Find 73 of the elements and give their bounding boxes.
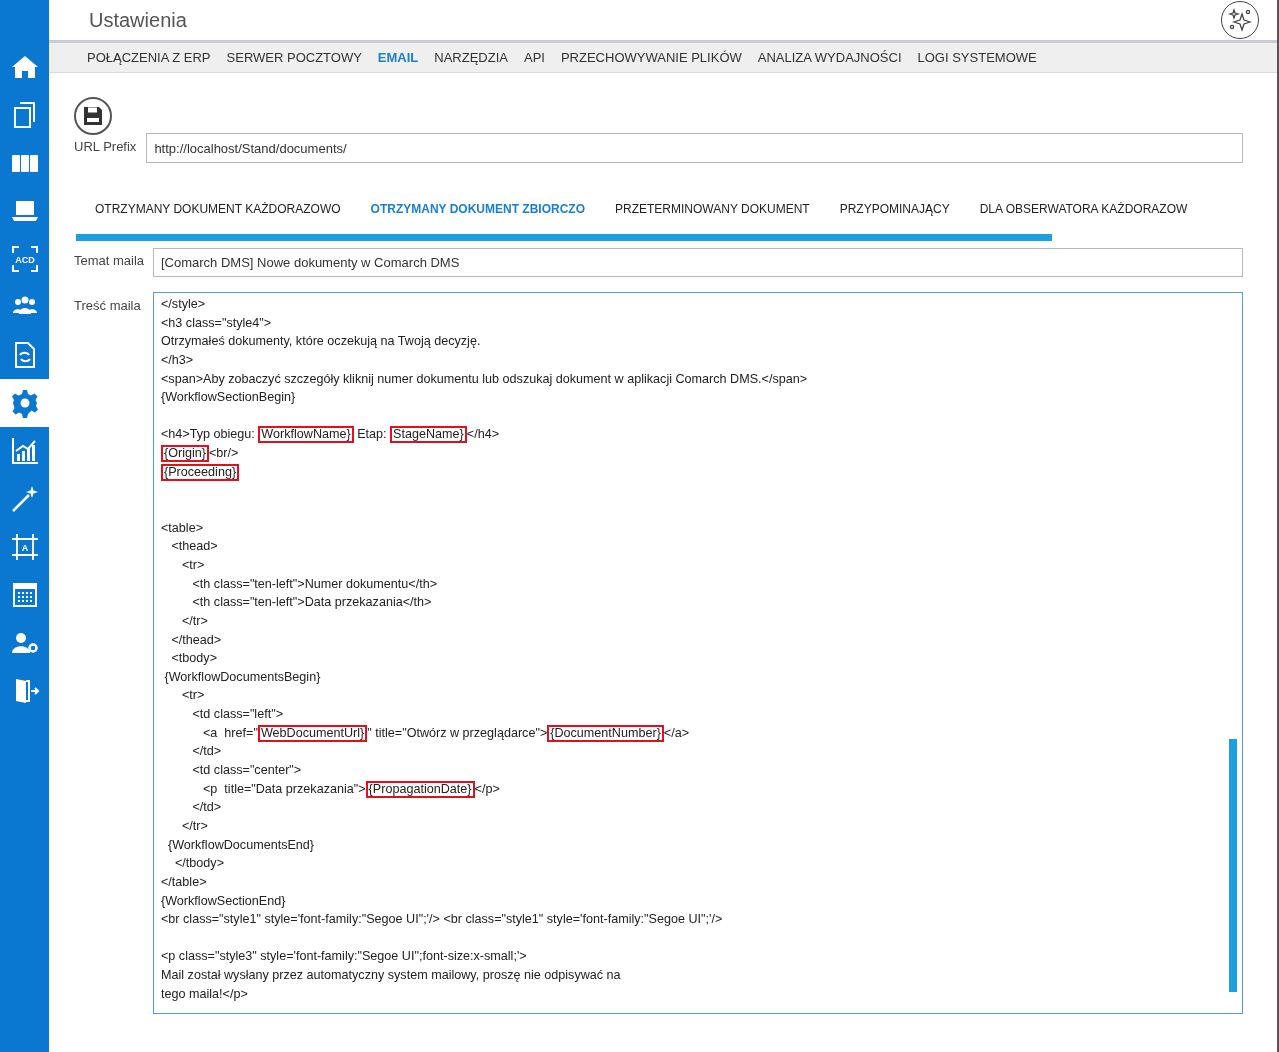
code-line: </style> xyxy=(161,296,207,313)
highlighted-placeholder: {Origin} xyxy=(161,445,209,463)
code-text: <p title="Data przekazania"> xyxy=(202,781,366,796)
code-line: tego maila!</p> xyxy=(161,985,249,1003)
url-prefix-field[interactable]: http://localhost/Stand/documents/ xyxy=(146,133,1243,163)
highlighted-placeholder: StageName} xyxy=(390,426,467,444)
code-line: </tr> xyxy=(181,612,209,630)
code-line: </td> xyxy=(191,743,223,761)
code-line: <tr> xyxy=(181,556,206,574)
save-button[interactable] xyxy=(74,97,112,135)
sidebar-item[interactable]: A xyxy=(0,523,49,571)
code-line: <table> xyxy=(161,519,205,537)
code-text: </p> xyxy=(474,781,500,796)
code-line: Mail został wysłany przez automatyczny system mailowy, proszę nie odpisywać na xyxy=(161,967,622,985)
code-line: </thead> xyxy=(170,631,223,649)
sidebar-item[interactable]: ACD xyxy=(0,235,49,283)
highlighted-placeholder: {PropagationDate} xyxy=(365,780,475,798)
settings-icon xyxy=(9,388,40,418)
email-template-tab[interactable]: OTRZYMANY DOKUMENT KAŻDORAZOWO xyxy=(80,200,356,218)
sidebar-item[interactable] xyxy=(0,379,49,427)
email-template-tab[interactable]: DLA OBSERWATORA KAŻDORAZOW xyxy=(964,200,1203,218)
code-line: </td> xyxy=(191,799,223,817)
subject-field[interactable]: [Comarch DMS] Nowe dokumenty w Comarch DMS xyxy=(153,248,1243,277)
field-label: Treść maila xyxy=(74,297,142,315)
nav-tab[interactable]: EMAIL xyxy=(369,47,427,68)
code-line: </tr> xyxy=(181,817,209,835)
page-title: Ustawienia xyxy=(89,8,187,33)
email-template-tab[interactable]: PRZETERMINOWANY DOKUMENT xyxy=(600,200,825,218)
email-body-editor[interactable] xyxy=(153,292,1243,1014)
code-line: <p class="style3" style='font-family:"Segoe UI";font-size:x-small;'> xyxy=(161,948,528,966)
code-line: </tbody> xyxy=(174,855,225,873)
nav-tab[interactable]: ANALIZA WYDAJNOŚCI xyxy=(749,47,910,68)
code-line: {WorkflowDocumentsEnd} xyxy=(167,836,316,854)
bar-chart-icon xyxy=(9,436,40,466)
code-text: Etap: xyxy=(356,427,388,442)
email-template-tab[interactable]: OTRZYMANY DOKUMENT ZBIORCZO xyxy=(355,200,600,218)
code-text: <br/> xyxy=(209,446,239,461)
field-label: URL Prefix xyxy=(74,138,137,156)
code-line: <th class="ten-left">Numer dokumentu</th> xyxy=(191,575,438,593)
nav-tab[interactable]: SERWER POCZTOWY xyxy=(218,47,370,68)
code-line: <h3 class="style4"> xyxy=(161,314,273,332)
code-line: <tbody> xyxy=(170,650,218,668)
nav-tab[interactable]: API xyxy=(516,47,553,68)
code-line: <tr> xyxy=(181,687,206,705)
code-text: </h4> xyxy=(466,427,500,442)
sparkle-button[interactable] xyxy=(1221,1,1259,39)
code-line: {WorkflowSectionEnd} xyxy=(161,892,287,910)
code-line: Otrzymałeś dokumenty, które oczekują na Twoją decyzję. xyxy=(161,333,482,351)
highlighted-placeholder: WebDocumentUrl} xyxy=(257,724,368,742)
code-text: </a> xyxy=(663,725,690,740)
code-line: <span>Aby zobaczyć szczegóły kliknij numer dokumentu lub odszukaj dokument w aplikacji Comarch DMS.</span> xyxy=(161,370,809,388)
scrollbar-thumb[interactable] xyxy=(1229,739,1237,992)
code-text: <h4>Typ obiegu: xyxy=(161,427,256,442)
code-line: <td class="center"> xyxy=(191,762,303,779)
code-line: <td class="left"> xyxy=(191,706,284,724)
code-line: <thead> xyxy=(170,538,219,556)
nav-tab[interactable]: LOGI SYSTEMOWE xyxy=(909,47,1045,68)
code-line: {WorkflowDocumentsBegin} xyxy=(163,668,322,686)
code-line: <br class="style1" style='font-family:"Segoe UI";'/> <br class="style1" style='font-family:"Segoe UI";'/> xyxy=(161,911,724,929)
code-line: </table> xyxy=(161,873,208,891)
nav-tab[interactable]: PRZECHOWYWANIE PLIKÓW xyxy=(552,47,750,68)
email-template-tab[interactable]: PRZYPOMINAJĄCY xyxy=(824,200,965,218)
code-line: {WorkflowSectionBegin} xyxy=(161,389,297,407)
highlighted-placeholder: WorkflowName} xyxy=(258,426,354,444)
nav-tab[interactable]: POŁĄCZENIA Z ERP xyxy=(79,47,219,68)
nav-tab[interactable]: NARZĘDZIA xyxy=(426,47,516,68)
field-label: Temat maila xyxy=(74,252,143,270)
highlighted-placeholder: {Proceeding} xyxy=(161,463,240,481)
code-text: <a href=" xyxy=(202,725,258,740)
highlighted-placeholder: {DocumentNumber} xyxy=(547,724,664,742)
code-line: </h3> xyxy=(161,351,195,369)
code-text: " title="Otwórz w przeglądarce"> xyxy=(367,725,548,740)
code-line: <th class="ten-left">Data przekazania</th> xyxy=(191,594,433,612)
